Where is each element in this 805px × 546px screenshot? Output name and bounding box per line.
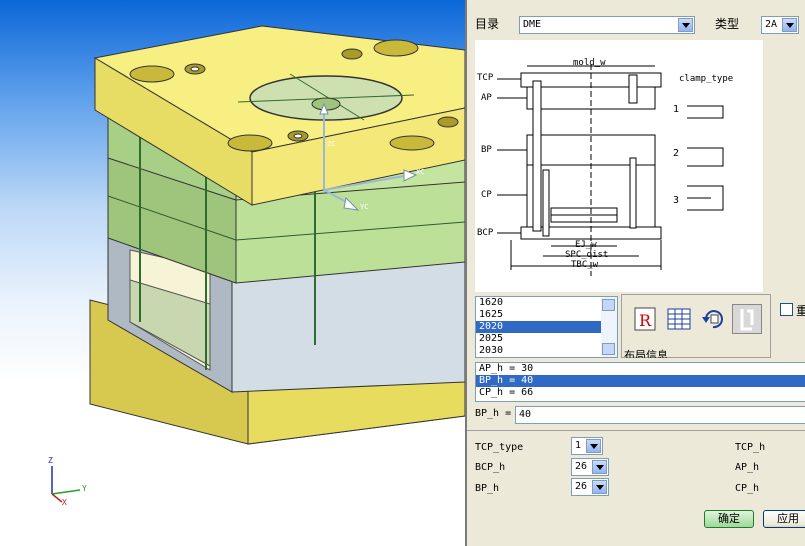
bcp-h-label: BCP_h [475,462,506,473]
clamp-2: 2 [673,148,680,159]
rename-component-icon[interactable]: R [630,304,660,334]
list-item[interactable]: BP_h = 40 [476,375,805,387]
chevron-down-icon[interactable] [678,18,693,32]
scroll-down-icon[interactable] [602,343,615,355]
dim-mold-w: mold_w [573,58,606,68]
label-ap: AP [481,93,492,103]
catalog-select[interactable]: DME [519,16,695,34]
type-value: 2A [765,19,778,30]
expression-input[interactable]: 40 [515,406,805,424]
bcp-h-value: 26 [575,461,588,472]
list-item[interactable]: 2020 [476,321,601,333]
type-label: 类型 [715,17,740,31]
bp-h-select[interactable]: 26 [571,478,609,496]
tcp-h-label: TCP_h [735,442,766,453]
clamp-3: 3 [673,195,680,206]
apply-button[interactable]: 应用 [763,510,805,528]
csys-xc-label: XC [416,168,425,176]
type-select[interactable]: 2A [761,16,799,34]
layout-info-label: 布局信息 [624,349,668,358]
bcp-h-select[interactable]: 26 [571,458,609,476]
mold-base-dialog: 目录 DME 类型 2A mold_w TCP AP BP CP BCP EJ_… [465,0,805,546]
reuse-checkbox[interactable] [780,303,793,316]
bp-h-label: BP_h [475,483,500,494]
chevron-down-icon[interactable] [592,460,607,474]
label-cp: CP [481,190,492,200]
ap-h-label: AP_h [735,462,760,473]
tcp-type-select[interactable]: 1 [571,437,603,455]
scroll-up-icon[interactable] [602,299,615,311]
list-item[interactable]: AP_h = 30 [476,363,805,375]
table-edit-icon[interactable] [664,304,694,334]
label-bcp: BCP [477,228,494,238]
edit-label: BP_h = [475,408,512,419]
divider [467,430,805,431]
rotate-icon[interactable] [698,304,728,334]
dim-ej-w: EJ_w [575,240,597,250]
label-clamp-type: clamp_type [679,74,734,84]
expression-value: 40 [519,409,532,420]
mold-base-model[interactable] [0,0,465,546]
axis-x-label: X [62,498,67,507]
list-item[interactable]: 1620 [476,297,601,309]
graphics-viewport[interactable]: Z Y X ZC XC YC [0,0,465,546]
list-item[interactable]: CP_h = 66 [476,387,805,399]
catalog-value: DME [523,19,542,30]
ok-button[interactable]: 确定 [704,510,754,528]
chevron-down-icon[interactable] [782,18,797,32]
tcp-type-value: 1 [575,440,582,451]
axis-y-label: Y [82,484,87,493]
clamp-toggle-icon[interactable] [732,304,762,334]
cp-h-label: CP_h [735,483,760,494]
svg-text:R: R [639,311,652,330]
csys-zc-label: ZC [327,140,336,148]
bp-h-value: 26 [575,481,588,492]
clamp-1: 1 [673,104,680,115]
mold-base-schematic: mold_w TCP AP BP CP BCP EJ_w SPC_dist TB… [475,40,763,292]
parameter-list[interactable]: AP_h = 30 BP_h = 40 CP_h = 66 [475,362,805,402]
layout-toolbar: R 布局信息 [621,294,771,358]
chevron-down-icon[interactable] [586,439,601,453]
label-bp: BP [481,145,492,155]
axis-z-label: Z [48,456,53,465]
chevron-down-icon[interactable] [592,480,607,494]
checkbox-label: 重 [796,304,805,318]
dim-tbc-w: TBC_w [571,260,599,270]
list-item[interactable]: 1625 [476,309,601,321]
catalog-label: 目录 [475,17,500,31]
list-scrollbar[interactable] [601,297,617,357]
dim-spc-dist: SPC_dist [565,250,609,260]
csys-yc-label: YC [360,203,369,211]
list-item[interactable]: 2025 [476,333,601,345]
size-list[interactable]: 1620 1625 2020 2025 2030 [475,296,618,358]
list-item[interactable]: 2030 [476,345,601,357]
tcp-type-label: TCP_type [475,442,524,453]
label-tcp: TCP [477,73,494,83]
